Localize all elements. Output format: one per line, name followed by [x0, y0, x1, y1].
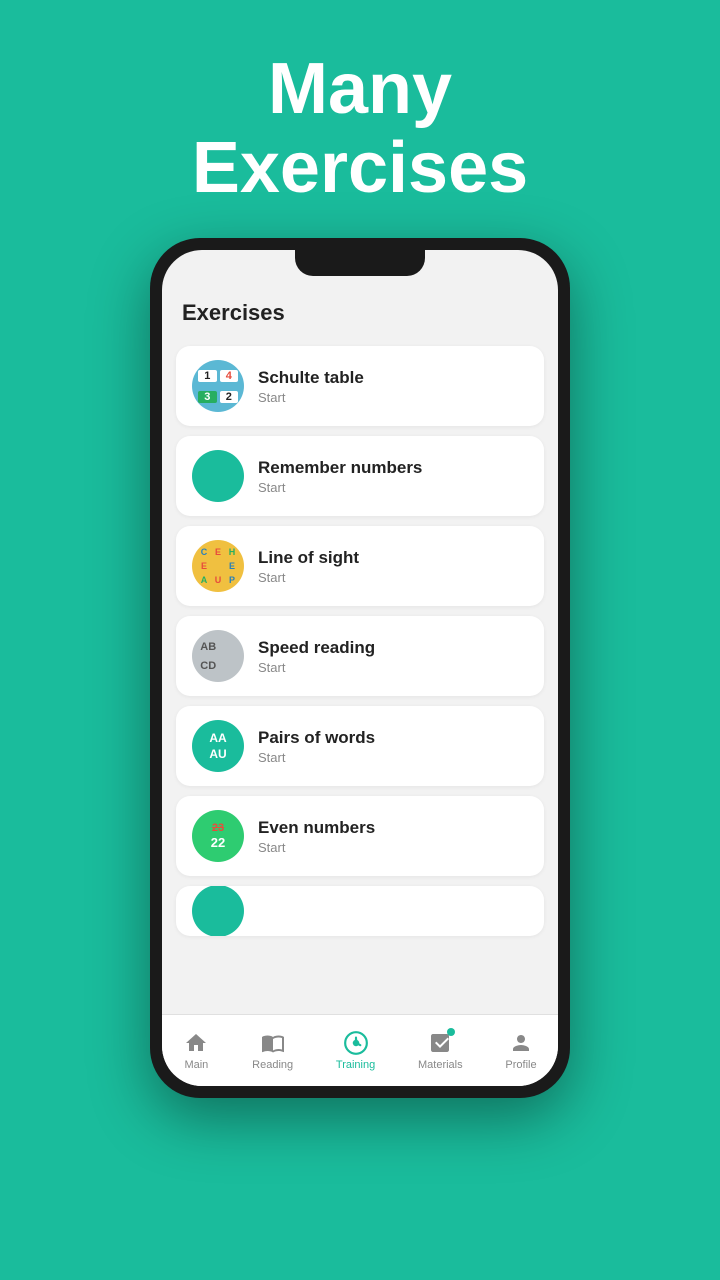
- exercise-card-partial[interactable]: [176, 886, 544, 936]
- exercise-name-even: Even numbers: [258, 818, 375, 838]
- exercise-card-pairs[interactable]: AA AU Pairs of words Start: [176, 706, 544, 786]
- bottom-nav: Main Reading: [162, 1014, 558, 1086]
- exercise-start-even: Start: [258, 840, 375, 855]
- nav-item-materials[interactable]: Materials: [418, 1030, 463, 1071]
- nav-label-materials: Materials: [418, 1059, 463, 1071]
- exercise-text-even: Even numbers Start: [258, 818, 375, 855]
- nav-label-main: Main: [184, 1059, 208, 1071]
- exercise-card-remember[interactable]: Remember numbers Start: [176, 436, 544, 516]
- nav-item-training[interactable]: Training: [336, 1030, 375, 1071]
- materials-badge: [447, 1028, 455, 1036]
- heading-line2: Exercises: [192, 129, 528, 208]
- nav-label-training: Training: [336, 1059, 375, 1071]
- exercise-start-speed: Start: [258, 660, 375, 675]
- exercise-name-remember: Remember numbers: [258, 458, 422, 478]
- phone-notch: [295, 250, 425, 276]
- phone-screen: Exercises 1 4 3 2 Schulte table Start: [162, 250, 558, 1086]
- page-heading: Many Exercises: [192, 50, 528, 208]
- schulte-icon: 1 4 3 2: [192, 360, 244, 412]
- app-header-title: Exercises: [182, 300, 285, 325]
- exercise-name-schulte: Schulte table: [258, 368, 364, 388]
- reading-icon: [260, 1030, 286, 1056]
- home-icon: [183, 1030, 209, 1056]
- exercise-card-los[interactable]: C E H E E A U P Line of sight Start: [176, 526, 544, 606]
- nav-item-profile[interactable]: Profile: [505, 1030, 536, 1071]
- exercise-name-pairs: Pairs of words: [258, 728, 375, 748]
- exercise-text-pairs: Pairs of words Start: [258, 728, 375, 765]
- exercise-start-remember: Start: [258, 480, 422, 495]
- profile-icon: [508, 1030, 534, 1056]
- nav-item-reading[interactable]: Reading: [252, 1030, 293, 1071]
- page-background: Many Exercises Exercises 1 4 3 2: [0, 0, 720, 1280]
- exercise-card-schulte[interactable]: 1 4 3 2 Schulte table Start: [176, 346, 544, 426]
- exercise-name-speed: Speed reading: [258, 638, 375, 658]
- exercise-text-remember: Remember numbers Start: [258, 458, 422, 495]
- even-icon: 23 22: [192, 810, 244, 862]
- exercise-card-even[interactable]: 23 22 Even numbers Start: [176, 796, 544, 876]
- remember-icon: [192, 450, 244, 502]
- nav-label-reading: Reading: [252, 1059, 293, 1071]
- exercise-text-speed: Speed reading Start: [258, 638, 375, 675]
- exercise-start-los: Start: [258, 570, 359, 585]
- los-icon: C E H E E A U P: [192, 540, 244, 592]
- exercise-text-schulte: Schulte table Start: [258, 368, 364, 405]
- app-header: Exercises: [162, 290, 558, 338]
- pairs-icon: AA AU: [192, 720, 244, 772]
- training-icon: [343, 1030, 369, 1056]
- partial-icon: [192, 886, 244, 936]
- exercise-start-pairs: Start: [258, 750, 375, 765]
- phone-mockup: Exercises 1 4 3 2 Schulte table Start: [150, 238, 570, 1098]
- speed-icon: AB CD: [192, 630, 244, 682]
- exercise-text-los: Line of sight Start: [258, 548, 359, 585]
- nav-item-main[interactable]: Main: [183, 1030, 209, 1071]
- materials-icon: [427, 1030, 453, 1056]
- exercise-card-speed[interactable]: AB CD Speed reading Start: [176, 616, 544, 696]
- nav-label-profile: Profile: [505, 1059, 536, 1071]
- exercises-list: 1 4 3 2 Schulte table Start: [162, 338, 558, 1014]
- exercise-name-los: Line of sight: [258, 548, 359, 568]
- exercise-start-schulte: Start: [258, 390, 364, 405]
- heading-line1: Many: [192, 50, 528, 129]
